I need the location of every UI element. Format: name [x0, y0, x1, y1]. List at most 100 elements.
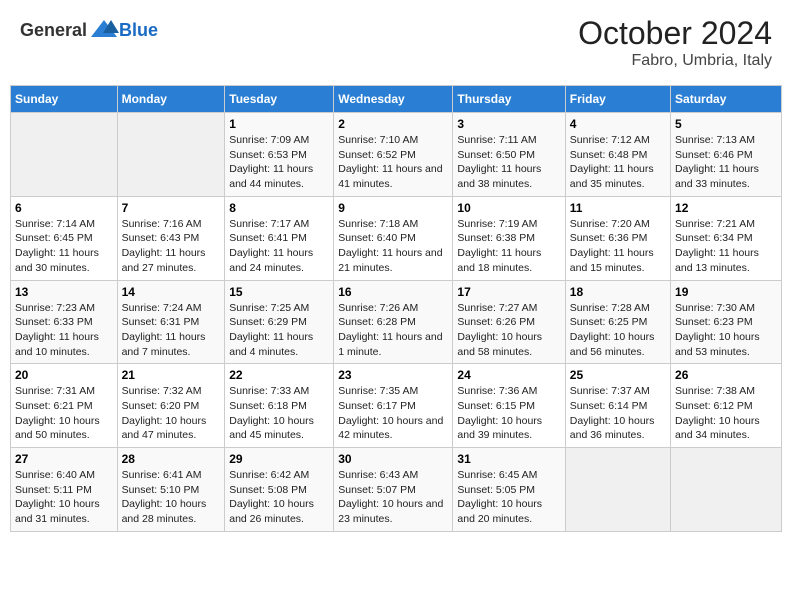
day-content: Sunrise: 7:31 AMSunset: 6:21 PMDaylight:… — [15, 384, 113, 443]
day-content: Sunrise: 7:14 AMSunset: 6:45 PMDaylight:… — [15, 217, 113, 276]
day-content: Sunrise: 6:43 AMSunset: 5:07 PMDaylight:… — [338, 468, 448, 527]
day-cell: 13Sunrise: 7:23 AMSunset: 6:33 PMDayligh… — [11, 280, 118, 364]
header-cell-tuesday: Tuesday — [225, 86, 334, 113]
day-content: Sunrise: 7:12 AMSunset: 6:48 PMDaylight:… — [570, 133, 666, 192]
day-number: 15 — [229, 285, 329, 299]
day-cell: 5 Sunrise: 7:13 AMSunset: 6:46 PMDaylight… — [671, 113, 782, 197]
week-row-3: 13Sunrise: 7:23 AMSunset: 6:33 PMDayligh… — [11, 280, 782, 364]
day-cell: 14 Sunrise: 7:24 AMSunset: 6:31 PMDayligh… — [117, 280, 225, 364]
day-number: 6 — [15, 201, 113, 215]
day-cell: 22 Sunrise: 7:33 AMSunset: 6:18 PMDayligh… — [225, 364, 334, 448]
day-cell: 25 Sunrise: 7:37 AMSunset: 6:14 PMDayligh… — [565, 364, 670, 448]
page-header: General Blue October 2024 Fabro, Umbria,… — [10, 10, 782, 75]
day-cell: 20 Sunrise: 7:31 AMSunset: 6:21 PMDayligh… — [11, 364, 118, 448]
day-number: 13 — [15, 285, 113, 299]
header-cell-thursday: Thursday — [453, 86, 565, 113]
day-content: Sunrise: 7:11 AMSunset: 6:50 PMDaylight:… — [457, 133, 560, 192]
day-content: Sunrise: 7:37 AMSunset: 6:14 PMDaylight:… — [570, 384, 666, 443]
day-content: Sunrise: 6:42 AMSunset: 5:08 PMDaylight:… — [229, 468, 329, 527]
day-cell: 1 Sunrise: 7:09 AMSunset: 6:53 PMDaylight… — [225, 113, 334, 197]
day-cell — [565, 448, 670, 532]
day-content: Sunrise: 7:18 AMSunset: 6:40 PMDaylight:… — [338, 217, 448, 276]
location-title: Fabro, Umbria, Italy — [578, 52, 772, 70]
day-cell: 30Sunrise: 6:43 AMSunset: 5:07 PMDayligh… — [334, 448, 453, 532]
logo-icon — [89, 15, 119, 45]
day-number: 21 — [122, 368, 221, 382]
day-cell: 6 Sunrise: 7:14 AMSunset: 6:45 PMDaylight… — [11, 196, 118, 280]
day-content: Sunrise: 7:19 AMSunset: 6:38 PMDaylight:… — [457, 217, 560, 276]
header-row: SundayMondayTuesdayWednesdayThursdayFrid… — [11, 86, 782, 113]
day-content: Sunrise: 7:33 AMSunset: 6:18 PMDaylight:… — [229, 384, 329, 443]
day-number: 27 — [15, 452, 113, 466]
day-content: Sunrise: 7:13 AMSunset: 6:46 PMDaylight:… — [675, 133, 777, 192]
day-number: 20 — [15, 368, 113, 382]
day-number: 17 — [457, 285, 560, 299]
day-number: 16 — [338, 285, 448, 299]
header-cell-monday: Monday — [117, 86, 225, 113]
day-content: Sunrise: 7:24 AMSunset: 6:31 PMDaylight:… — [122, 301, 221, 360]
day-number: 1 — [229, 117, 329, 131]
day-cell: 16Sunrise: 7:26 AMSunset: 6:28 PMDayligh… — [334, 280, 453, 364]
day-number: 29 — [229, 452, 329, 466]
day-content: Sunrise: 7:17 AMSunset: 6:41 PMDaylight:… — [229, 217, 329, 276]
day-cell: 10 Sunrise: 7:19 AMSunset: 6:38 PMDayligh… — [453, 196, 565, 280]
day-cell: 18Sunrise: 7:28 AMSunset: 6:25 PMDayligh… — [565, 280, 670, 364]
day-content: Sunrise: 7:36 AMSunset: 6:15 PMDaylight:… — [457, 384, 560, 443]
logo-general-text: General — [20, 20, 87, 41]
day-content: Sunrise: 7:10 AMSunset: 6:52 PMDaylight:… — [338, 133, 448, 192]
day-number: 25 — [570, 368, 666, 382]
day-number: 4 — [570, 117, 666, 131]
day-cell — [117, 113, 225, 197]
title-block: October 2024 Fabro, Umbria, Italy — [578, 15, 772, 70]
day-cell: 19 Sunrise: 7:30 AMSunset: 6:23 PMDayligh… — [671, 280, 782, 364]
day-content: Sunrise: 7:20 AMSunset: 6:36 PMDaylight:… — [570, 217, 666, 276]
day-cell — [671, 448, 782, 532]
day-cell: 11Sunrise: 7:20 AMSunset: 6:36 PMDayligh… — [565, 196, 670, 280]
day-cell: 17 Sunrise: 7:27 AMSunset: 6:26 PMDayligh… — [453, 280, 565, 364]
day-number: 7 — [122, 201, 221, 215]
day-cell: 26 Sunrise: 7:38 AMSunset: 6:12 PMDayligh… — [671, 364, 782, 448]
day-content: Sunrise: 7:27 AMSunset: 6:26 PMDaylight:… — [457, 301, 560, 360]
week-row-4: 20 Sunrise: 7:31 AMSunset: 6:21 PMDayligh… — [11, 364, 782, 448]
day-content: Sunrise: 7:25 AMSunset: 6:29 PMDaylight:… — [229, 301, 329, 360]
day-cell: 29 Sunrise: 6:42 AMSunset: 5:08 PMDayligh… — [225, 448, 334, 532]
day-content: Sunrise: 7:35 AMSunset: 6:17 PMDaylight:… — [338, 384, 448, 443]
logo-blue-text: Blue — [119, 20, 158, 41]
header-cell-saturday: Saturday — [671, 86, 782, 113]
day-number: 12 — [675, 201, 777, 215]
day-number: 9 — [338, 201, 448, 215]
day-cell: 3 Sunrise: 7:11 AMSunset: 6:50 PMDaylight… — [453, 113, 565, 197]
day-cell: 27Sunrise: 6:40 AMSunset: 5:11 PMDayligh… — [11, 448, 118, 532]
day-number: 19 — [675, 285, 777, 299]
day-content: Sunrise: 7:21 AMSunset: 6:34 PMDaylight:… — [675, 217, 777, 276]
day-content: Sunrise: 7:28 AMSunset: 6:25 PMDaylight:… — [570, 301, 666, 360]
day-content: Sunrise: 7:16 AMSunset: 6:43 PMDaylight:… — [122, 217, 221, 276]
day-content: Sunrise: 7:38 AMSunset: 6:12 PMDaylight:… — [675, 384, 777, 443]
day-cell: 8Sunrise: 7:17 AMSunset: 6:41 PMDaylight… — [225, 196, 334, 280]
day-number: 10 — [457, 201, 560, 215]
day-cell: 4 Sunrise: 7:12 AMSunset: 6:48 PMDaylight… — [565, 113, 670, 197]
calendar-table: SundayMondayTuesdayWednesdayThursdayFrid… — [10, 85, 782, 532]
day-cell: 31 Sunrise: 6:45 AMSunset: 5:05 PMDayligh… — [453, 448, 565, 532]
day-number: 24 — [457, 368, 560, 382]
header-cell-friday: Friday — [565, 86, 670, 113]
day-number: 5 — [675, 117, 777, 131]
day-content: Sunrise: 7:30 AMSunset: 6:23 PMDaylight:… — [675, 301, 777, 360]
day-number: 31 — [457, 452, 560, 466]
day-cell: 2Sunrise: 7:10 AMSunset: 6:52 PMDaylight… — [334, 113, 453, 197]
day-cell — [11, 113, 118, 197]
day-number: 14 — [122, 285, 221, 299]
header-cell-sunday: Sunday — [11, 86, 118, 113]
day-cell: 9 Sunrise: 7:18 AMSunset: 6:40 PMDaylight… — [334, 196, 453, 280]
day-content: Sunrise: 7:09 AMSunset: 6:53 PMDaylight:… — [229, 133, 329, 192]
month-title: October 2024 — [578, 15, 772, 52]
day-number: 26 — [675, 368, 777, 382]
week-row-5: 27Sunrise: 6:40 AMSunset: 5:11 PMDayligh… — [11, 448, 782, 532]
day-number: 3 — [457, 117, 560, 131]
day-content: Sunrise: 6:45 AMSunset: 5:05 PMDaylight:… — [457, 468, 560, 527]
logo: General Blue — [20, 15, 158, 45]
day-cell: 21Sunrise: 7:32 AMSunset: 6:20 PMDayligh… — [117, 364, 225, 448]
day-number: 22 — [229, 368, 329, 382]
day-cell: 12 Sunrise: 7:21 AMSunset: 6:34 PMDayligh… — [671, 196, 782, 280]
day-cell: 7 Sunrise: 7:16 AMSunset: 6:43 PMDaylight… — [117, 196, 225, 280]
